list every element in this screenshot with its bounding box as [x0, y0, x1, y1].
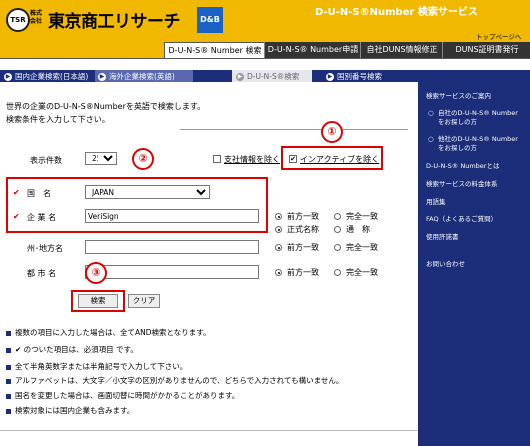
city-input[interactable]: [85, 265, 259, 279]
sidebar-item-about-duns[interactable]: D-U-N-S® Numberとは: [426, 162, 499, 171]
tsr-logo-icon: TSR: [6, 8, 30, 32]
company-alias-radio[interactable]: [334, 226, 341, 233]
subtab-domestic-label: 国内企業検索(日本語): [15, 72, 89, 81]
right-sidebar: 検索サービスのご案内 ○ 自社のD-U-N-S® Number をお探しの方 ○…: [418, 82, 530, 446]
note-item: 複数の項目に入力した場合は、全てAND検索となります。: [6, 327, 211, 338]
subtab-duns-label: D-U-N-S®検索: [247, 72, 300, 81]
subtab-country-label: 国別番号検索: [337, 72, 382, 81]
sidebar-bullet-icon: ○: [428, 109, 434, 117]
state-prefix-label: 前方一致: [287, 243, 319, 252]
company-prefix-radio[interactable]: [275, 213, 282, 220]
company-formal-radio[interactable]: [275, 226, 282, 233]
arrow-right-icon: ▶: [98, 73, 106, 81]
tab-duns-certificate[interactable]: DUNS証明書発行: [442, 42, 530, 58]
state-full-label: 完全一致: [346, 243, 378, 252]
note-item: 全て半角英数字または半角記号で入力して下さい。: [6, 361, 187, 372]
company-prefix-label: 前方一致: [287, 212, 319, 221]
subtab-country-search[interactable]: ▶ 国別番号検索: [326, 71, 382, 82]
intro-line-1: 世界の企業のD-U-N-S®Numberを英語で検索します。: [6, 102, 206, 111]
sidebar-item-other-duns[interactable]: 他社のD-U-N-S® Number: [438, 135, 518, 144]
company-label: 企 業 名: [27, 213, 57, 222]
branch-checkbox[interactable]: [213, 155, 221, 163]
service-title: D-U-N-S®Number 検索サービス: [315, 7, 478, 18]
sidebar-item-guide[interactable]: 検索サービスのご案内: [426, 92, 491, 101]
country-label: 国 名: [27, 189, 51, 198]
subtab-domestic-search[interactable]: ▶ 国内企業検索(日本語): [4, 71, 88, 82]
bullet-icon: [6, 408, 11, 414]
bullet-icon: [6, 330, 11, 336]
note-item: アルファベットは、大文字／小文字の区別がありませんので、どちらで入力されても構い…: [6, 375, 343, 386]
sidebar-item-pricing[interactable]: 検索サービスの料金体系: [426, 180, 498, 189]
arrow-right-icon: ▶: [4, 73, 12, 81]
note-text: 全て半角英数字または半角記号で入力して下さい。: [15, 362, 188, 371]
city-full-label: 完全一致: [346, 268, 378, 277]
tab-duns-modify[interactable]: 自社DUNS情報修正: [360, 42, 443, 58]
city-full-radio[interactable]: [334, 269, 341, 276]
sidebar-item-contact[interactable]: お問い合わせ: [426, 260, 465, 269]
state-full-radio[interactable]: [334, 244, 341, 251]
badge-3: ③: [85, 262, 107, 284]
bullet-icon: [6, 364, 11, 370]
company-formal-label: 正式名称: [287, 225, 319, 234]
branch-label[interactable]: 支社情報を除く: [224, 154, 280, 165]
note-text: 検索対象には国内企業も含みます。: [15, 406, 135, 415]
state-input[interactable]: [85, 240, 259, 254]
bullet-icon: [6, 393, 11, 399]
note-text: ✔ のついた項目は、必須項目 です。: [15, 345, 138, 354]
badge-1: ①: [321, 121, 343, 143]
inactive-checkbox[interactable]: ✔: [289, 155, 297, 163]
bullet-icon: [6, 378, 11, 384]
state-label: 州･地方名: [27, 244, 63, 253]
dnb-logo-icon: D&B: [197, 7, 223, 33]
logo-subtitle: 株式会社: [30, 10, 43, 25]
sidebar-item-own-duns-2[interactable]: をお探しの方: [438, 118, 477, 127]
required-check-icon: ✔: [13, 188, 20, 197]
note-item: 国名を変更した場合は、画面切替に時間がかかることがあります。: [6, 390, 239, 401]
note-item: 検索対象には国内企業も含みます。: [6, 405, 134, 416]
inactive-label[interactable]: インアクティブを除く: [300, 154, 379, 165]
company-alias-label: 通 称: [346, 225, 370, 234]
search-button[interactable]: 検索: [78, 294, 118, 308]
sidebar-item-own-duns[interactable]: 自社のD-U-N-S® Number: [438, 109, 518, 118]
subtab-overseas-label: 海外企業検索(英語): [109, 72, 175, 81]
company-input[interactable]: [85, 209, 259, 223]
divider: [180, 129, 408, 130]
intro-line-2: 検索条件を入力して下さい。: [6, 115, 110, 124]
note-text: 国名を変更した場合は、画面切替に時間がかかることがあります。: [15, 391, 240, 400]
badge-2: ②: [132, 148, 154, 170]
count-select[interactable]: 25: [85, 152, 117, 165]
arrow-right-icon: ▶: [236, 73, 244, 81]
tab-duns-apply[interactable]: D-U-N-S® Number申請: [264, 42, 361, 58]
city-prefix-label: 前方一致: [287, 268, 319, 277]
required-check-icon: ✔: [13, 212, 20, 221]
count-label: 表示件数: [30, 156, 62, 165]
subtab-duns-search[interactable]: ▶ D-U-N-S®検索: [236, 71, 299, 82]
note-item: ✔ のついた項目は、必須項目 です。: [6, 344, 138, 355]
arrow-right-icon: ▶: [326, 73, 334, 81]
note-text: 複数の項目に入力した場合は、全てAND検索となります。: [15, 328, 211, 337]
sidebar-item-other-duns-2[interactable]: をお探しの方: [438, 144, 477, 153]
country-select[interactable]: JAPAN: [85, 185, 210, 199]
company-logo-name: 東京商工リサーチ: [48, 12, 181, 32]
sidebar-item-license[interactable]: 使用許諾書: [426, 233, 459, 242]
company-full-label: 完全一致: [346, 212, 378, 221]
footer-divider: [0, 430, 418, 431]
tab-duns-search[interactable]: D-U-N-S® Number 検索: [164, 42, 266, 59]
company-full-radio[interactable]: [334, 213, 341, 220]
city-label: 都 市 名: [27, 269, 57, 278]
bullet-icon: [6, 347, 11, 353]
top-page-link[interactable]: トップページへ: [476, 31, 521, 41]
clear-button[interactable]: クリア: [128, 294, 160, 308]
note-text: アルファベットは、大文字／小文字の区別がありませんので、どちらで入力されても構い…: [15, 376, 344, 385]
sidebar-item-glossary[interactable]: 用語集: [426, 198, 446, 207]
sidebar-item-faq[interactable]: FAQ（よくあるご質問）: [426, 215, 497, 224]
city-prefix-radio[interactable]: [275, 269, 282, 276]
state-prefix-radio[interactable]: [275, 244, 282, 251]
subtab-overseas-search[interactable]: ▶ 海外企業検索(英語): [98, 71, 175, 82]
sidebar-bullet-icon: ○: [428, 135, 434, 143]
